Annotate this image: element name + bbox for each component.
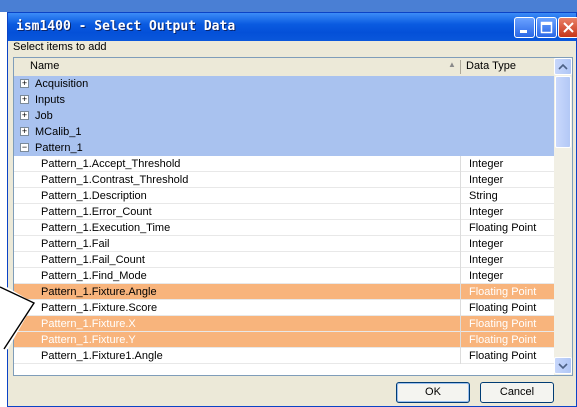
tree-group-row[interactable]: + Inputs: [14, 92, 554, 108]
scroll-up-button[interactable]: [554, 58, 572, 75]
cell-divider: [460, 268, 461, 284]
item-data-type: Floating Point: [469, 222, 537, 234]
list-item[interactable]: Pattern_1.Accept_Threshold Integer: [14, 156, 554, 172]
list-item-selected[interactable]: Pattern_1.Fixture.X Floating Point: [14, 316, 554, 332]
column-header-data-type[interactable]: Data Type: [466, 60, 516, 72]
maximize-button[interactable]: [536, 17, 557, 38]
cancel-button[interactable]: Cancel: [480, 382, 554, 403]
item-name: Pattern_1.Error_Count: [41, 206, 152, 218]
cell-divider: [460, 220, 461, 236]
tree-rows: + Acquisition + Inputs + Job + MCalib_1 …: [14, 76, 554, 364]
cell-divider: [460, 316, 461, 332]
item-data-type: Integer: [469, 238, 504, 250]
collapse-icon[interactable]: −: [20, 143, 29, 152]
minimize-icon: [520, 30, 527, 33]
tree-group-label: Pattern_1: [35, 142, 83, 154]
scroll-down-button[interactable]: [554, 357, 572, 374]
close-button[interactable]: [558, 17, 577, 38]
item-name: Pattern_1.Fixture1.Angle: [41, 350, 163, 362]
item-name: Pattern_1.Fail: [41, 238, 110, 250]
desktop-background: [0, 0, 577, 12]
select-output-data-dialog: ism1400 - Select Output Data Select item…: [7, 12, 577, 407]
vertical-scrollbar[interactable]: [554, 58, 572, 375]
list-item[interactable]: Pattern_1.Execution_Time Floating Point: [14, 220, 554, 236]
list-item[interactable]: Pattern_1.Description String: [14, 188, 554, 204]
item-data-type: String: [469, 190, 498, 202]
column-header-name[interactable]: Name: [30, 60, 59, 72]
list-item[interactable]: Pattern_1.Error_Count Integer: [14, 204, 554, 220]
sort-ascending-icon: ▲: [448, 60, 456, 69]
title-bar[interactable]: ism1400 - Select Output Data: [8, 13, 577, 41]
cell-divider: [460, 156, 461, 172]
item-name: Pattern_1.Fixture.Angle: [41, 286, 157, 298]
scrollbar-thumb[interactable]: [555, 76, 571, 148]
cell-divider: [460, 236, 461, 252]
item-data-type: Floating Point: [469, 350, 537, 362]
item-name: Pattern_1.Fixture.Y: [41, 334, 136, 346]
item-data-type: Integer: [469, 206, 504, 218]
close-icon: [563, 22, 574, 33]
list-item[interactable]: Pattern_1.Fixture.Score Floating Point: [14, 300, 554, 316]
cell-divider: [460, 300, 461, 316]
minimize-button[interactable]: [514, 17, 535, 38]
cell-divider: [460, 172, 461, 188]
tree-group-label: Acquisition: [35, 78, 89, 90]
item-name: Pattern_1.Contrast_Threshold: [41, 174, 189, 186]
list-item[interactable]: Pattern_1.Contrast_Threshold Integer: [14, 172, 554, 188]
list-item-selected[interactable]: Pattern_1.Fixture.Angle Floating Point: [14, 284, 554, 300]
output-data-tree-list: Name ▲ Data Type + Acquisition + Inputs …: [13, 57, 573, 376]
item-name: Pattern_1.Fixture.X: [41, 318, 136, 330]
chevron-down-icon: [558, 363, 568, 370]
item-name: Pattern_1.Find_Mode: [41, 270, 147, 282]
item-data-type: Integer: [469, 254, 504, 266]
cell-divider: [460, 188, 461, 204]
chevron-up-icon: [558, 63, 568, 70]
cell-divider: [460, 284, 461, 300]
item-name: Pattern_1.Execution_Time: [41, 222, 171, 234]
item-data-type: Integer: [469, 174, 504, 186]
window-title: ism1400 - Select Output Data: [16, 19, 236, 34]
ok-button[interactable]: OK: [396, 382, 470, 403]
tree-group-row[interactable]: + MCalib_1: [14, 124, 554, 140]
tree-group-row[interactable]: + Acquisition: [14, 76, 554, 92]
expand-icon[interactable]: +: [20, 127, 29, 136]
list-item[interactable]: Pattern_1.Find_Mode Integer: [14, 268, 554, 284]
column-header: Name ▲ Data Type: [14, 58, 554, 77]
list-item-selected[interactable]: Pattern_1.Fixture.Y Floating Point: [14, 332, 554, 348]
list-item[interactable]: Pattern_1.Fail_Count Integer: [14, 252, 554, 268]
cell-divider: [460, 348, 461, 364]
expand-icon[interactable]: +: [20, 111, 29, 120]
column-divider[interactable]: [460, 60, 461, 74]
item-name: Pattern_1.Fail_Count: [41, 254, 145, 266]
expand-icon[interactable]: +: [20, 95, 29, 104]
tree-group-label: MCalib_1: [35, 126, 82, 138]
cell-divider: [460, 332, 461, 348]
item-data-type: Integer: [469, 158, 504, 170]
list-item[interactable]: Pattern_1.Fixture1.Angle Floating Point: [14, 348, 554, 364]
item-data-type: Floating Point: [469, 302, 537, 314]
item-data-type: Floating Point: [469, 318, 537, 330]
item-name: Pattern_1.Description: [41, 190, 147, 202]
instruction-label: Select items to add: [13, 41, 107, 53]
tree-group-label: Job: [35, 110, 53, 122]
maximize-icon: [540, 21, 553, 34]
list-item[interactable]: Pattern_1.Fail Integer: [14, 236, 554, 252]
cell-divider: [460, 204, 461, 220]
tree-group-row[interactable]: + Job: [14, 108, 554, 124]
item-data-type: Floating Point: [469, 286, 537, 298]
callout-pointer-icon: [0, 283, 36, 353]
expand-icon[interactable]: +: [20, 79, 29, 88]
item-data-type: Integer: [469, 270, 504, 282]
item-name: Pattern_1.Accept_Threshold: [41, 158, 181, 170]
item-name: Pattern_1.Fixture.Score: [41, 302, 158, 314]
tree-group-row[interactable]: − Pattern_1: [14, 140, 554, 156]
tree-group-label: Inputs: [35, 94, 65, 106]
cell-divider: [460, 252, 461, 268]
item-data-type: Floating Point: [469, 334, 537, 346]
